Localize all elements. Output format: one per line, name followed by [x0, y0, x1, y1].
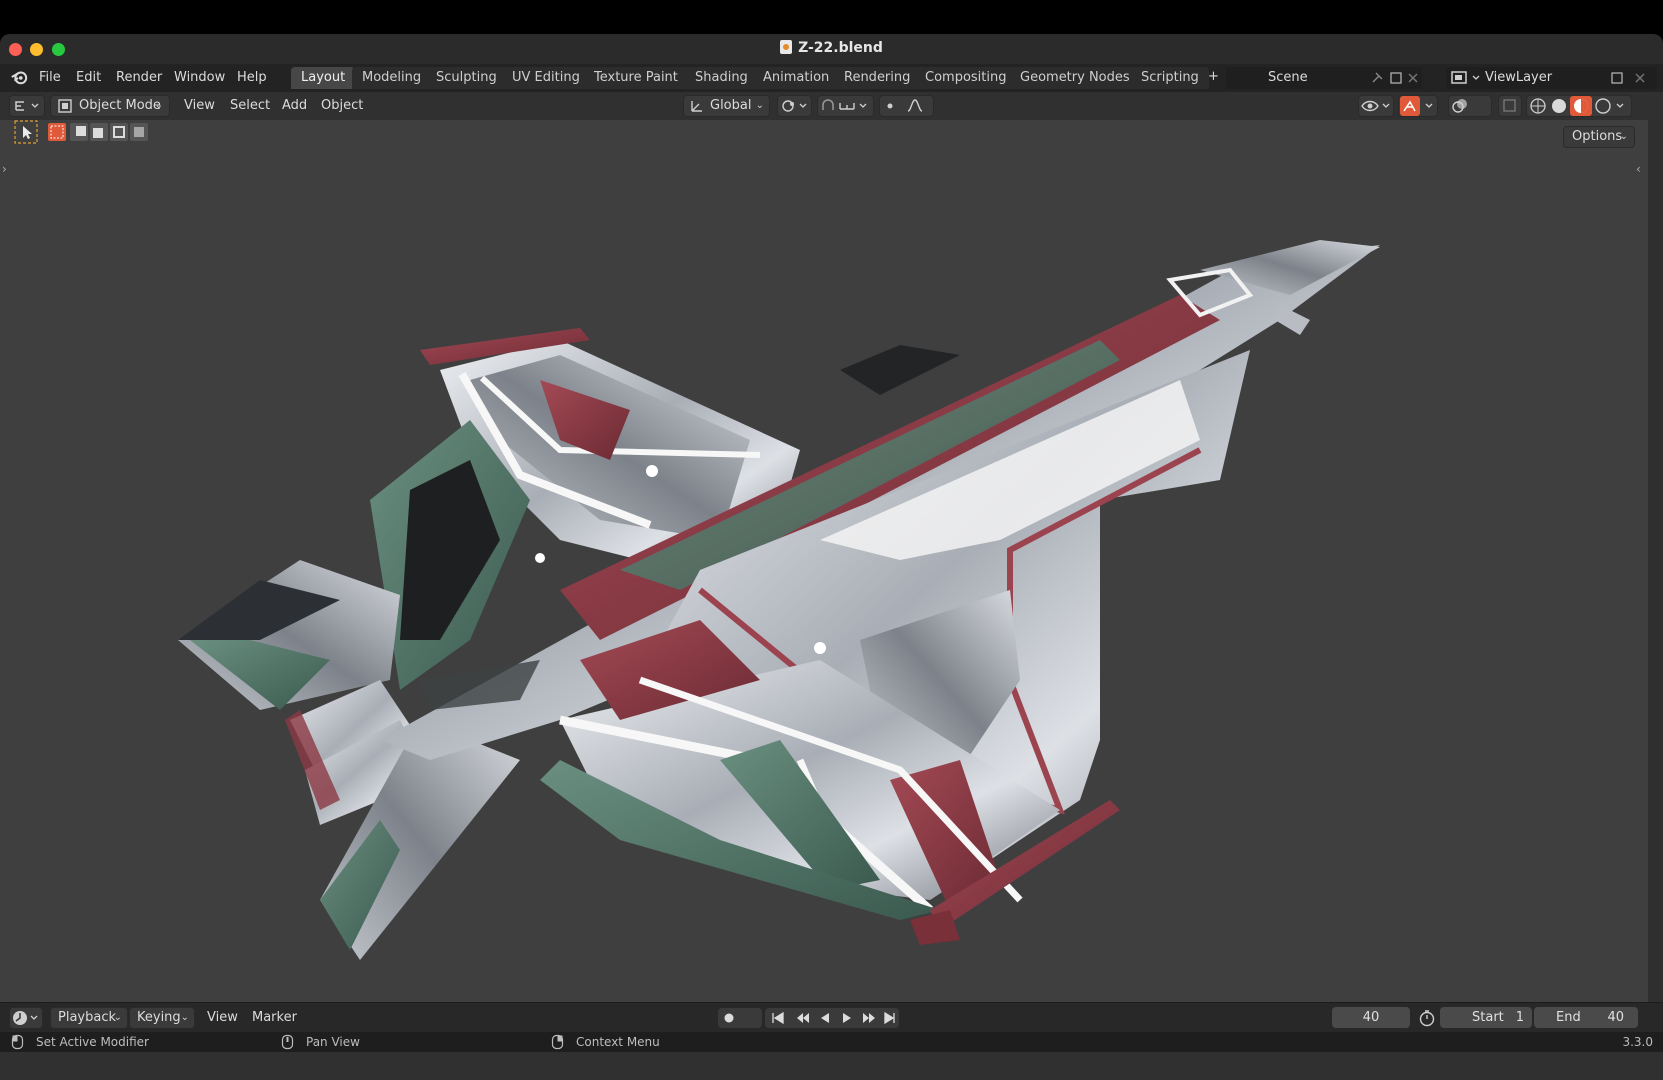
mouse-left-icon: [11, 1034, 24, 1050]
options-label: Options: [1572, 129, 1623, 144]
snap-icon: [822, 99, 867, 110]
editor-type-button[interactable]: [9, 95, 45, 117]
start-value: 1: [1515, 1010, 1524, 1025]
mode-selector[interactable]: Object Mode ⌄: [50, 95, 170, 117]
timeline-menu-marker[interactable]: Marker: [252, 1010, 297, 1025]
tab-texture-paint[interactable]: Texture Paint: [584, 67, 688, 89]
proportional-editing-icon: [887, 99, 923, 112]
object-visibility-selector[interactable]: [1358, 95, 1394, 117]
chevron-down-icon: ⌄: [1619, 131, 1628, 142]
playback-controls[interactable]: [717, 1008, 901, 1028]
gizmo-toggle[interactable]: [1398, 95, 1438, 117]
tab-animation[interactable]: Animation: [753, 67, 840, 89]
timeline-menu-view[interactable]: View: [207, 1010, 238, 1025]
blend-file-icon: [780, 40, 793, 54]
scene-actions-icon[interactable]: [1369, 70, 1421, 86]
gizmo-icon: [1400, 96, 1433, 116]
keying-label: Keying: [137, 1010, 181, 1025]
scene-name: Scene: [1268, 70, 1308, 85]
toolbar-expand-arrow-icon[interactable]: ›: [2, 162, 7, 176]
sidebar-expand-arrow-icon[interactable]: ‹: [1636, 162, 1641, 176]
menu-file[interactable]: File: [39, 70, 61, 85]
viewport-side-region[interactable]: [1648, 120, 1663, 1002]
menu-edit[interactable]: Edit: [76, 70, 101, 85]
top-menu-bar: File Edit Render Window Help Layout Mode…: [0, 64, 1663, 115]
status-right-text: Context Menu: [576, 1035, 660, 1049]
tab-geometry-nodes[interactable]: Geometry Nodes: [1010, 67, 1140, 89]
view-layer-name: ViewLayer: [1485, 70, 1553, 85]
end-label: End: [1556, 1010, 1581, 1025]
menu-help[interactable]: Help: [237, 70, 267, 85]
blender-window: Z-22.blend File Edit Render Window Help …: [0, 34, 1663, 1080]
blender-logo-icon[interactable]: [10, 68, 28, 86]
blender-version: 3.3.0: [1622, 1035, 1653, 1049]
start-label: Start: [1472, 1010, 1504, 1025]
xray-icon: [1503, 99, 1516, 112]
start-frame-field[interactable]: Start 1: [1440, 1007, 1532, 1028]
mouse-middle-icon: [281, 1034, 294, 1050]
status-left-text: Set Active Modifier: [36, 1035, 149, 1049]
view-layer-icon[interactable]: [1450, 70, 1484, 86]
timeline-editor-type-button[interactable]: [9, 1007, 43, 1029]
mouse-right-icon: [551, 1034, 564, 1050]
window-title: Z-22.blend: [0, 40, 1663, 56]
tab-sculpting[interactable]: Sculpting: [426, 67, 507, 89]
snapping-group[interactable]: [817, 95, 874, 117]
xray-toggle[interactable]: [1498, 95, 1522, 117]
timeline-header: Playback ⌄ Keying ⌄ View Marker 40 Start: [0, 1002, 1663, 1033]
object-mode-icon: [58, 99, 72, 113]
chevron-down-icon: ⌄: [755, 100, 764, 111]
playback-menu[interactable]: Playback ⌄: [50, 1007, 128, 1029]
jet-model-render: [178, 240, 1380, 960]
options-button[interactable]: Options ⌄: [1563, 126, 1635, 148]
stopwatch-icon[interactable]: [1418, 1009, 1436, 1027]
menu-render[interactable]: Render: [116, 70, 162, 85]
transform-orientation-icon: [691, 101, 702, 112]
status-middle-text: Pan View: [306, 1035, 360, 1049]
view-layer-actions-icon[interactable]: [1610, 70, 1658, 86]
proportional-editing-group[interactable]: [879, 95, 934, 117]
3d-viewport[interactable]: [0, 120, 1648, 1002]
tab-rendering[interactable]: Rendering: [834, 67, 921, 89]
tab-uv-editing[interactable]: UV Editing: [502, 67, 590, 89]
header-menu-add[interactable]: Add: [282, 98, 307, 113]
shading-mode-group[interactable]: [1526, 95, 1632, 117]
status-bar: Set Active Modifier Pan View Context Men…: [0, 1032, 1663, 1052]
title-bar: Z-22.blend: [0, 34, 1663, 65]
header-menu-select[interactable]: Select: [230, 98, 270, 113]
transform-orientation-label: Global: [710, 98, 752, 113]
pivot-point-icon: [782, 100, 807, 112]
current-frame-field[interactable]: 40: [1332, 1007, 1410, 1028]
end-frame-field[interactable]: End 40: [1534, 1007, 1638, 1028]
chevron-down-icon: ⌄: [113, 1012, 122, 1023]
keying-menu[interactable]: Keying ⌄: [129, 1007, 195, 1029]
playback-label: Playback: [58, 1010, 117, 1025]
tab-layout[interactable]: Layout: [291, 67, 356, 89]
overlays-toggle[interactable]: [1448, 95, 1492, 117]
chevron-down-icon: ⌄: [180, 1012, 189, 1023]
tab-scripting[interactable]: Scripting: [1131, 67, 1209, 89]
viewport-header: Object Mode ⌄ View Select Add Object Glo…: [0, 92, 1663, 120]
chevron-down-icon: ⌄: [154, 100, 163, 111]
tab-shading[interactable]: Shading: [685, 67, 758, 89]
pivot-point-selector[interactable]: [777, 95, 812, 117]
header-menu-view[interactable]: View: [184, 98, 215, 113]
3d-viewport-editor-icon: [15, 101, 39, 111]
tab-modeling[interactable]: Modeling: [352, 67, 432, 89]
shading-modes-icon: [1530, 96, 1624, 116]
transform-orientation-selector[interactable]: Global ⌄: [683, 95, 770, 117]
select-box-tools-icon[interactable]: [14, 120, 154, 146]
header-menu-object[interactable]: Object: [321, 98, 363, 113]
add-workspace-button[interactable]: +: [1208, 69, 1219, 84]
tab-compositing[interactable]: Compositing: [915, 67, 1017, 89]
window-title-text: Z-22.blend: [798, 40, 883, 56]
end-value: 40: [1607, 1010, 1624, 1025]
overlays-icon: [1452, 99, 1467, 113]
timeline-clock-icon: [13, 1011, 38, 1025]
mode-label: Object Mode: [79, 98, 161, 113]
menu-window[interactable]: Window: [174, 70, 225, 85]
eye-icon: [1361, 100, 1390, 112]
